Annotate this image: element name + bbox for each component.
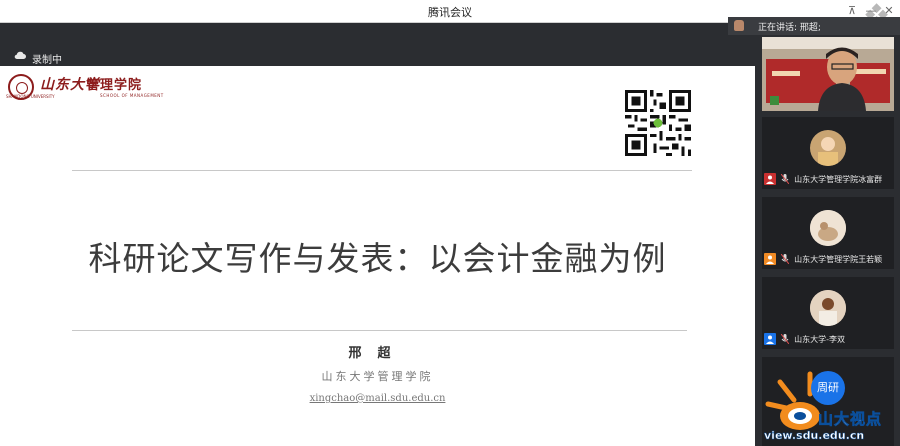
watermark-text: 山大视点 [818,410,883,429]
recording-label: 录制中 [32,55,62,66]
mic-muted-icon [780,334,789,344]
university-english-name: SHANDONG UNIVERSITY [6,94,55,99]
current-speaker-bar: 正在讲话: 邢超; [728,17,900,35]
school-english-name: SCHOOL OF MANAGEMENT [100,93,164,98]
participant-name: 山东大学管理学院冰富群 [794,175,883,184]
cloud-icon [14,51,26,60]
school-name: 管理学院 [86,78,143,93]
participant-tile[interactable]: 山东大学管理学院王若颖 [762,197,894,269]
recording-indicator[interactable]: 录制中 [0,48,755,66]
user-icon [764,173,776,185]
bottom-divider [72,330,687,331]
top-divider [72,170,692,171]
participant-namebar: 山东大学管理学院冰富群 [764,173,882,185]
user-icon [764,253,776,265]
slide-email: xingchao@mail.sdu.edu.cn [309,393,446,404]
participant-tile[interactable]: 山东大学-李双 [762,277,894,349]
participant-namebar: 山东大学-李双 [764,333,845,345]
participant-name: 山东大学-李双 [794,335,845,344]
watermark-url: view.sdu.edu.cn [764,429,865,442]
mic-muted-icon [780,254,789,264]
participant-avatar [810,130,846,166]
speaker-video-tile[interactable] [762,37,894,111]
shared-screen-slide: 山东大学 管理学院 SHANDONG UNIVERSITY SCHOOL OF … [0,66,755,446]
participant-namebar: 山东大学管理学院王若颖 [764,253,882,265]
current-speaker-label: 正在讲话: 邢超; [758,23,821,33]
participant-avatar [810,290,846,326]
slide-author: 邢超 [348,346,407,361]
qr-code-icon [625,90,691,156]
speaker-video-thumbnail [762,37,894,111]
participant-avatar [810,210,846,246]
mic-muted-icon [780,174,789,184]
chat-bubble-badge[interactable]: 周研 [811,371,845,405]
slide-title: 科研论文写作与发表：以会计金融为例 [88,239,667,278]
participant-tile[interactable]: 山东大学管理学院冰富群 [762,117,894,189]
user-icon [764,333,776,345]
speaker-avatar-icon [734,20,744,31]
slide-department: 山东大学管理学院 [321,370,434,383]
participant-name: 山东大学管理学院王若颖 [794,255,883,264]
